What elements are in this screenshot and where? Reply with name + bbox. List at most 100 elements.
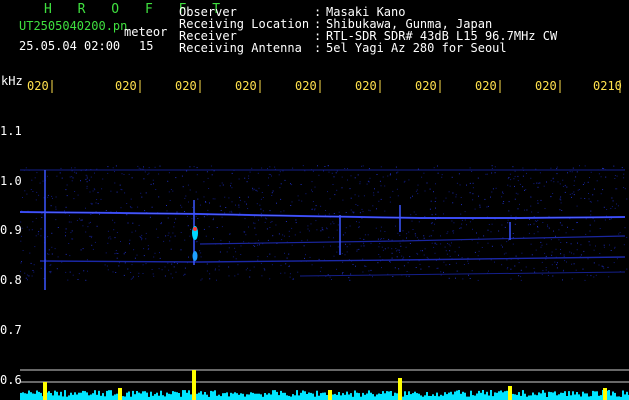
noise-speck bbox=[396, 256, 398, 258]
noise-speck bbox=[328, 213, 330, 215]
noise-speck bbox=[580, 244, 582, 246]
noise-speck bbox=[257, 256, 259, 258]
noise-speck bbox=[140, 168, 142, 170]
noise-speck bbox=[231, 211, 233, 213]
noise-speck bbox=[424, 190, 426, 192]
noise-speck bbox=[47, 236, 49, 238]
level-sample bbox=[468, 396, 470, 400]
level-sample bbox=[296, 390, 298, 400]
noise-speck bbox=[397, 249, 399, 251]
noise-speck bbox=[378, 246, 380, 248]
noise-speck bbox=[145, 192, 147, 194]
noise-speck bbox=[491, 191, 493, 193]
level-sample bbox=[168, 393, 170, 400]
level-sample bbox=[420, 395, 422, 400]
noise-speck bbox=[337, 224, 339, 226]
noise-speck bbox=[34, 177, 36, 179]
level-sample bbox=[462, 391, 464, 400]
level-sample bbox=[448, 392, 450, 400]
level-sample bbox=[340, 395, 342, 400]
noise-speck bbox=[309, 256, 311, 258]
noise-speck bbox=[342, 234, 344, 236]
noise-speck bbox=[65, 231, 67, 233]
noise-speck bbox=[546, 243, 548, 245]
noise-speck bbox=[93, 188, 95, 190]
noise-speck bbox=[571, 252, 572, 254]
level-peak bbox=[43, 382, 47, 400]
noise-speck bbox=[69, 215, 70, 217]
level-sample bbox=[500, 390, 502, 400]
noise-speck bbox=[508, 239, 509, 241]
noise-speck bbox=[36, 172, 38, 174]
level-sample bbox=[254, 393, 256, 400]
level-sample bbox=[612, 391, 614, 400]
level-sample bbox=[264, 393, 266, 400]
level-sample bbox=[196, 393, 198, 400]
level-sample bbox=[198, 392, 200, 400]
noise-speck bbox=[222, 184, 224, 186]
noise-speck bbox=[41, 217, 43, 218]
noise-speck bbox=[515, 255, 517, 257]
level-sample bbox=[20, 392, 22, 400]
noise-speck bbox=[37, 233, 39, 235]
noise-speck bbox=[295, 222, 297, 224]
noise-speck bbox=[440, 271, 442, 273]
level-sample bbox=[306, 394, 308, 400]
level-sample bbox=[112, 395, 114, 400]
noise-speck bbox=[341, 176, 343, 178]
noise-speck bbox=[415, 235, 417, 237]
noise-speck bbox=[94, 189, 96, 191]
noise-speck bbox=[584, 182, 585, 184]
noise-speck bbox=[422, 250, 423, 252]
noise-speck bbox=[260, 212, 262, 214]
noise-speck bbox=[90, 237, 92, 239]
noise-speck bbox=[451, 176, 453, 178]
level-sample bbox=[554, 391, 556, 400]
noise-speck bbox=[428, 266, 430, 268]
level-sample bbox=[482, 390, 484, 400]
noise-speck bbox=[266, 218, 268, 220]
noise-speck bbox=[294, 234, 296, 236]
noise-speck bbox=[216, 227, 218, 228]
level-sample bbox=[158, 395, 160, 400]
level-sample bbox=[172, 391, 174, 400]
noise-speck bbox=[38, 231, 40, 233]
noise-speck bbox=[260, 262, 262, 264]
noise-speck bbox=[269, 227, 271, 228]
noise-speck bbox=[372, 276, 373, 278]
noise-speck bbox=[517, 175, 519, 177]
noise-speck bbox=[381, 267, 382, 269]
noise-speck bbox=[129, 243, 130, 245]
noise-speck bbox=[420, 268, 422, 270]
noise-speck bbox=[129, 206, 131, 208]
level-sample bbox=[472, 395, 474, 400]
noise-speck bbox=[560, 242, 562, 243]
noise-speck bbox=[398, 249, 400, 251]
noise-speck bbox=[55, 196, 57, 198]
noise-speck bbox=[29, 252, 31, 254]
noise-speck bbox=[76, 220, 78, 221]
noise-speck bbox=[51, 246, 53, 248]
noise-speck bbox=[72, 274, 74, 276]
noise-speck bbox=[143, 178, 145, 180]
noise-speck bbox=[487, 229, 489, 231]
noise-speck bbox=[437, 165, 438, 167]
level-sample bbox=[364, 394, 366, 400]
noise-speck bbox=[405, 275, 407, 277]
noise-speck bbox=[284, 272, 286, 274]
noise-speck bbox=[56, 175, 58, 177]
level-sample bbox=[528, 395, 530, 400]
noise-speck bbox=[443, 213, 444, 215]
level-sample bbox=[410, 394, 412, 400]
level-sample bbox=[372, 394, 374, 400]
level-sample bbox=[56, 391, 58, 400]
noise-speck bbox=[440, 235, 441, 237]
noise-speck bbox=[446, 253, 448, 255]
noise-speck bbox=[184, 267, 186, 269]
noise-speck bbox=[359, 226, 360, 228]
noise-speck bbox=[65, 228, 67, 230]
noise-speck bbox=[588, 198, 590, 200]
noise-speck bbox=[608, 276, 610, 278]
noise-speck bbox=[311, 264, 313, 266]
noise-speck bbox=[626, 268, 628, 270]
